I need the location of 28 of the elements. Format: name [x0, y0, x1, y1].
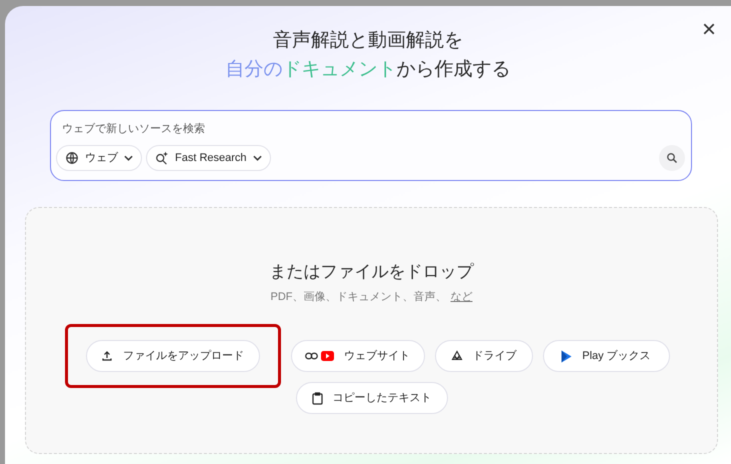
link-icon: [305, 352, 318, 360]
dialog-title: 音声解説と動画解説を: [273, 29, 463, 53]
close-button[interactable]: ×: [699, 18, 719, 42]
source-button[interactable]: ファイルをアップロード: [86, 340, 260, 372]
search-box[interactable]: ウェブで新しいソースを検索 ウェブ Fast Research: [50, 110, 692, 181]
drop-heading: またはファイルをドロップ: [270, 261, 474, 283]
filter-chip[interactable]: ウェブ: [56, 145, 142, 171]
globe-icon: [65, 151, 79, 165]
upload-icon: [101, 350, 113, 362]
filter-chip[interactable]: Fast Research: [146, 145, 271, 171]
caret-icon: [252, 155, 262, 161]
video-play-icon: [321, 351, 334, 361]
source-button[interactable]: ウェブサイト: [290, 340, 424, 372]
triangle-icon: [450, 350, 462, 362]
clipboard-icon: [312, 392, 322, 404]
more-link[interactable]: など: [450, 288, 472, 305]
search-button[interactable]: [659, 145, 685, 171]
dialog-title: 自分の ドキュメント から作成する: [226, 58, 510, 82]
source-button[interactable]: Play ブックス: [542, 340, 670, 372]
drop-zone[interactable]: またはファイルをドロップ PDF、画像、ドキュメント、音声、 など ファイルをアップロード ウェブサイト ドライブ Play ブックス コピーしたテキスト: [25, 207, 718, 454]
source-button[interactable]: ドライブ: [434, 340, 532, 372]
search-input[interactable]: ウェブで新しいソースを検索: [62, 120, 562, 138]
search-icon: [666, 152, 678, 164]
caret-icon: [124, 155, 133, 161]
sparkle-search-icon: [155, 151, 169, 165]
formats-text: PDF、画像、ドキュメント、音声、: [270, 290, 446, 304]
play-icon: [561, 350, 572, 362]
source-button[interactable]: コピーしたテキスト: [296, 382, 448, 414]
